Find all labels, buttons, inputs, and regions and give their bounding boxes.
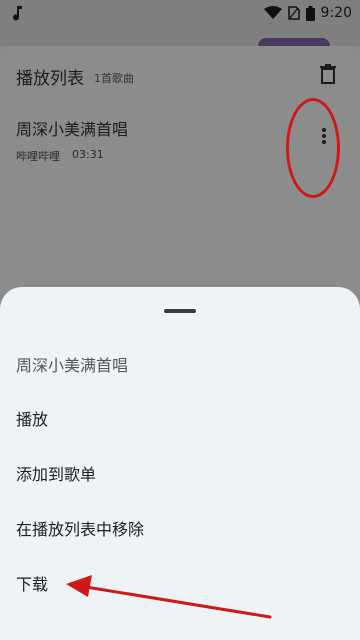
annotation-arrow <box>66 575 272 619</box>
